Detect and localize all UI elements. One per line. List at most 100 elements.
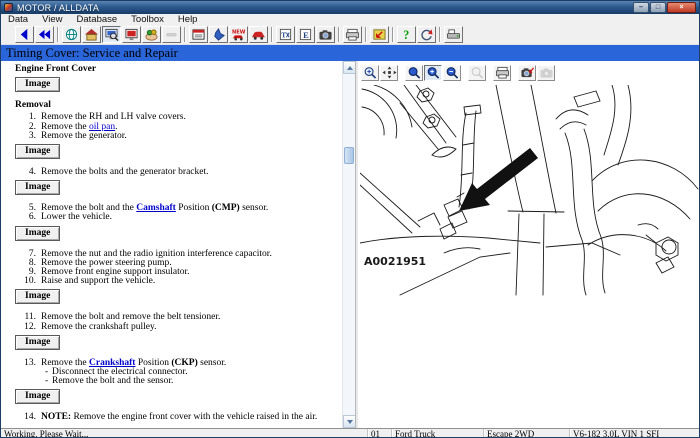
maximize-button[interactable]: □ [650, 2, 666, 13]
sub-step-text: Remove the bolt and the sensor. [52, 376, 174, 387]
step-row: 6. Lower the vehicle. [15, 212, 342, 223]
help-button[interactable]: ? [397, 26, 416, 43]
image-button[interactable]: Image [15, 77, 61, 93]
step-number: 7. [28, 248, 36, 259]
step-text-segment: Remove the generator. [41, 130, 127, 141]
fax-button[interactable] [444, 26, 463, 43]
step-number: 1. [28, 112, 36, 123]
step-text-segment: NOTE: [41, 412, 72, 423]
image-button[interactable]: Image [15, 225, 61, 241]
step-text-segment: (CMP) [211, 203, 240, 214]
export-button[interactable] [370, 26, 389, 43]
copy-image-button[interactable] [518, 64, 536, 81]
step-row: 14. NOTE: Remove the engine front cover w… [15, 412, 342, 423]
scroll-down-button[interactable] [343, 415, 355, 428]
minimize-button[interactable]: – [633, 2, 649, 13]
camera-gray-icon [539, 66, 554, 79]
vehicle-info-button[interactable] [102, 26, 121, 43]
labor-guide-button[interactable] [209, 26, 228, 43]
zoom-in-button[interactable] [361, 64, 379, 81]
menu-toolbox[interactable]: Toolbox [124, 14, 171, 25]
image-button-row: Image [15, 77, 342, 93]
technical-text-button[interactable]: T [276, 26, 295, 43]
toolbar-separator [271, 27, 273, 42]
document-header: Timing Cover: Service and Repair [1, 45, 699, 61]
close-button[interactable]: × [667, 2, 696, 13]
step-number: 6. [28, 212, 36, 223]
toolbar-separator [57, 27, 59, 42]
toolbar-separator [392, 27, 394, 42]
print-image-button[interactable] [493, 64, 511, 81]
history-button[interactable] [62, 26, 81, 43]
vehicle-home-button[interactable] [82, 26, 101, 43]
image-button[interactable]: Image [15, 180, 61, 196]
zoom-window-button[interactable] [424, 64, 442, 81]
image-view-button[interactable] [316, 26, 335, 43]
app-window: MOTOR / ALLDATA – □ × Data View Database Tool… [0, 0, 700, 438]
scrollbar-thumb[interactable] [344, 147, 354, 164]
refresh-button[interactable] [417, 26, 436, 43]
printer-icon [345, 28, 360, 41]
section-heading: Engine Front Cover [15, 64, 97, 74]
menu-help[interactable]: Help [171, 14, 205, 25]
zoom-out-button[interactable] [443, 64, 461, 81]
figure-label: A0021951 [364, 255, 427, 268]
image-button-row: Image [15, 289, 342, 305]
new-vehicle-button[interactable]: NEW [229, 26, 248, 43]
car-red-icon [251, 28, 266, 41]
step-list: 1. Remove the RH and LH valve covers. 2. Re… [15, 113, 342, 141]
scroll-up-button[interactable] [343, 61, 355, 74]
tsb-display-button[interactable] [122, 26, 141, 43]
step-text: Remove the generator. [41, 130, 342, 141]
image-button[interactable]: Image [15, 289, 61, 305]
svg-text:E: E [303, 31, 309, 40]
pan-button[interactable] [380, 64, 398, 81]
status-field-4: V6-182 3.0L VIN 1 SFI [570, 429, 699, 437]
procedure-content: Engine Front Cover Image Removal 1. Remove t… [1, 61, 342, 428]
vehicle-repair-button[interactable] [249, 26, 268, 43]
estimate-text-button[interactable]: E [296, 26, 315, 43]
step-number: 13. [24, 357, 36, 368]
step-text-segment: Position [175, 203, 212, 214]
zoom-dynamic-button[interactable] [405, 64, 423, 81]
sub-step-row: - Remove the bolt and the sensor. [15, 376, 342, 387]
status-message: Working, Please Wait... [1, 429, 368, 437]
step-text: Raise and support the vehicle. [41, 276, 342, 286]
status-field-3: Escape 2WD [484, 429, 570, 437]
section-heading: Removal [15, 100, 51, 111]
step-number: 14. [24, 412, 36, 423]
back-all-button[interactable] [35, 26, 54, 43]
back-button[interactable] [15, 26, 34, 43]
triangle-up-icon [346, 65, 353, 70]
parts-prices-button[interactable] [142, 26, 161, 43]
step-text-segment: sensor. [239, 203, 269, 214]
repair-manual-button[interactable] [189, 26, 208, 43]
triangle-down-icon [346, 419, 353, 424]
home-icon [84, 28, 99, 41]
globe-icon [64, 28, 79, 41]
step-text: Remove the bolts and the generator brack… [41, 167, 342, 178]
step-row: 10. Raise and support the vehicle. [15, 276, 342, 286]
print-button[interactable] [343, 26, 362, 43]
menu-view[interactable]: View [35, 14, 69, 25]
menu-database[interactable]: Database [70, 14, 125, 25]
window-title: MOTOR / ALLDATA [17, 2, 100, 13]
toolbar-separator [365, 27, 367, 42]
image-button[interactable]: Image [15, 389, 61, 405]
step-text-segment: Remove the bolts and the generator brack… [41, 167, 209, 178]
diagram-figure[interactable]: A0021951 [359, 84, 699, 325]
zoom-minus-icon [445, 66, 460, 79]
zoom-plus-icon [426, 66, 441, 79]
image-button[interactable]: Image [15, 334, 61, 350]
vertical-scrollbar[interactable] [342, 61, 355, 428]
step-list: 14. NOTE: Remove the engine front cover w… [15, 412, 342, 423]
help-icon: ? [399, 28, 414, 41]
zoom-area-icon [407, 66, 422, 79]
image-button[interactable]: Image [15, 144, 61, 160]
procedure-link[interactable]: Camshaft [136, 203, 176, 213]
save-image-button [537, 64, 555, 81]
dash-icon [164, 28, 179, 41]
app-icon [4, 3, 13, 12]
menu-data[interactable]: Data [1, 14, 35, 25]
camera-copy-icon [520, 66, 535, 79]
